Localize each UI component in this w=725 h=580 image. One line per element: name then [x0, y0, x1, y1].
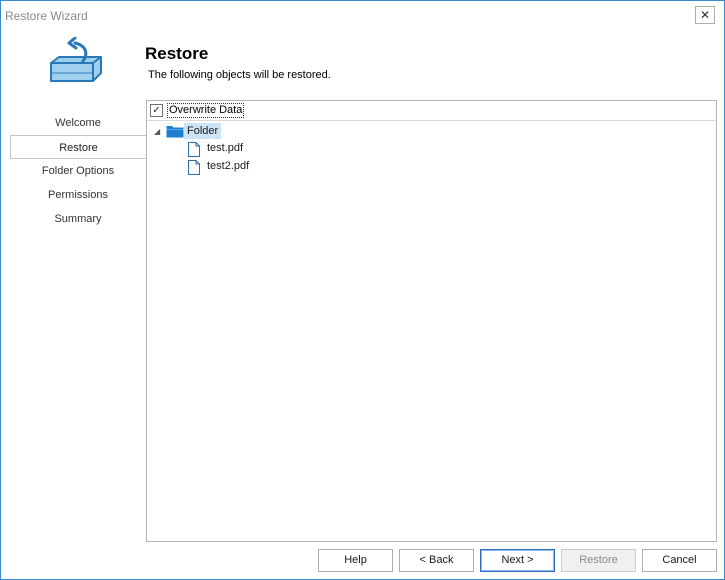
overwrite-row: ✓ Overwrite Data	[147, 101, 716, 121]
title-bar: Restore Wizard ✕	[1, 1, 724, 31]
window-title: Restore Wizard	[5, 9, 88, 23]
restore-button[interactable]: Restore	[561, 549, 636, 572]
tree-item-file[interactable]: test2.pdf	[207, 160, 249, 172]
overwrite-data-checkbox[interactable]: ✓	[150, 104, 163, 117]
restore-objects-panel: ✓ Overwrite Data ◢ Folder test.pdf test2…	[146, 100, 717, 542]
cancel-button-label: Cancel	[662, 554, 697, 566]
folder-icon	[166, 126, 184, 138]
close-button[interactable]: ✕	[695, 6, 715, 24]
nav-item-welcome[interactable]: Welcome	[10, 111, 146, 135]
close-icon: ✕	[699, 8, 711, 22]
next-button[interactable]: Next >	[480, 549, 555, 572]
restore-button-label: Restore	[579, 554, 618, 566]
back-button[interactable]: < Back	[399, 549, 474, 572]
file-icon	[188, 142, 200, 157]
nav-item-restore[interactable]: Restore	[10, 135, 146, 159]
tree-item-file[interactable]: test.pdf	[207, 142, 243, 154]
nav-item-folder-options[interactable]: Folder Options	[10, 159, 146, 183]
help-button[interactable]: Help	[318, 549, 393, 572]
back-button-label: < Back	[419, 554, 454, 566]
nav-item-summary[interactable]: Summary	[10, 207, 146, 231]
checkmark-icon: ✓	[152, 105, 161, 116]
page-title: Restore	[145, 44, 209, 63]
next-button-label: Next >	[501, 554, 534, 566]
cancel-button[interactable]: Cancel	[642, 549, 717, 572]
nav-item-permissions[interactable]: Permissions	[10, 183, 146, 207]
restore-logo-icon	[50, 37, 102, 82]
overwrite-data-label[interactable]: Overwrite Data	[167, 103, 245, 118]
tree-expand-icon[interactable]: ◢	[154, 127, 160, 136]
tree-item-folder[interactable]: Folder	[184, 123, 222, 139]
restore-wizard-window: Restore Wizard ✕ Restore The following o…	[0, 0, 725, 580]
file-icon	[188, 160, 200, 175]
page-subtitle: The following objects will be restored.	[148, 69, 331, 81]
help-button-label: Help	[344, 554, 367, 566]
